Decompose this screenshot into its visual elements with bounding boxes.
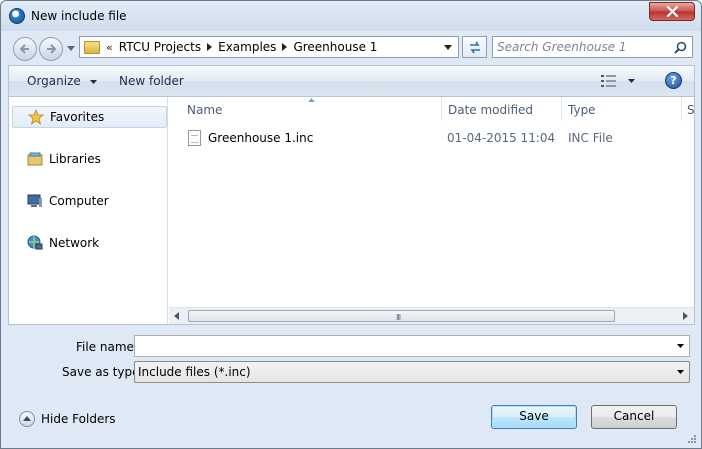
nav-item-libraries[interactable]: Libraries [12,148,167,170]
arrow-right-icon [47,44,57,54]
view-details-icon[interactable] [601,75,617,87]
scrollbar-grip: III [396,313,401,322]
column-header-type[interactable]: Type [568,103,596,117]
document-icon [188,130,201,146]
save-as-type-select[interactable]: Include files (*.inc) [134,361,690,383]
close-button[interactable] [649,2,695,21]
command-bar: Organize New folder ? [8,65,695,96]
library-icon [27,151,43,167]
save-as-type-value: Include files (*.inc) [138,365,251,379]
file-list: Name Date modified Type Si Greenhouse 1.… [169,97,694,307]
column-divider[interactable] [561,97,562,121]
folder-icon [84,40,100,54]
recent-pages-dropdown-icon[interactable] [67,46,75,51]
search-box[interactable] [492,36,693,58]
close-icon [666,6,679,17]
nav-label-network: Network [49,236,100,250]
refresh-icon [470,41,480,54]
file-date-cell: 01-04-2015 11:04 [447,131,556,145]
view-options-dropdown-icon[interactable] [628,79,635,83]
hide-folders-label: Hide Folders [41,412,116,426]
column-divider[interactable] [681,97,682,121]
scrollbar-thumb[interactable]: III [188,310,615,322]
breadcrumb-arrow-icon[interactable] [282,43,288,51]
sort-ascending-icon [308,98,315,102]
refresh-button[interactable] [462,36,487,58]
window-title: New include file [31,9,127,23]
address-bar[interactable]: « RTCU Projects Examples Greenhouse 1 [79,36,459,58]
file-name-combo[interactable] [134,335,690,357]
dialog-window: New include file « RTCU Projects Example… [0,0,702,449]
file-name-label: File name: [76,340,138,354]
scroll-left-icon[interactable] [174,312,179,320]
content-area: Favorites Libraries Computer Network Nam… [8,96,695,325]
breadcrumb-overflow[interactable]: « [106,41,113,54]
chevron-down-icon[interactable] [677,344,684,348]
chevron-up-icon [19,411,35,427]
navigation-pane: Favorites Libraries Computer Network [9,97,168,324]
search-input[interactable] [497,39,667,55]
breadcrumb-greenhouse-1[interactable]: Greenhouse 1 [293,40,377,54]
column-header-date-modified[interactable]: Date modified [448,103,533,117]
new-folder-button[interactable]: New folder [119,74,184,88]
organize-label: Organize [27,74,81,88]
nav-item-favorites[interactable]: Favorites [12,106,167,128]
file-type-cell: INC File [568,131,613,145]
nav-label-libraries: Libraries [49,152,101,166]
file-name-cell: Greenhouse 1.inc [208,131,314,145]
arrow-left-icon [19,44,29,54]
computer-icon [27,193,43,209]
horizontal-scrollbar[interactable]: III [169,307,694,324]
scroll-right-icon[interactable] [683,312,688,320]
column-header-size[interactable]: Si [687,103,694,117]
organize-button[interactable]: Organize [27,74,97,88]
column-divider[interactable] [441,97,442,121]
search-icon[interactable] [674,41,687,54]
breadcrumb-arrow-icon[interactable] [207,43,213,51]
forward-button[interactable] [39,37,63,61]
nav-item-computer[interactable]: Computer [12,190,167,212]
network-icon [27,235,43,251]
nav-label-computer: Computer [49,194,109,208]
star-icon [27,108,45,125]
column-header-name[interactable]: Name [187,103,222,117]
breadcrumb-rtcu-projects[interactable]: RTCU Projects [119,40,201,54]
save-button[interactable]: Save [491,405,577,429]
file-name-input[interactable] [137,338,667,354]
chevron-down-icon [677,370,684,374]
breadcrumb-examples[interactable]: Examples [218,40,276,54]
file-row[interactable]: Greenhouse 1.inc 01-04-2015 11:04 INC Fi… [183,130,683,148]
help-icon[interactable]: ? [665,72,682,89]
cancel-button[interactable]: Cancel [591,405,677,429]
save-as-type-label: Save as type: [62,365,144,379]
hide-folders-button[interactable]: Hide Folders [19,411,116,427]
nav-label-favorites: Favorites [50,110,105,124]
back-button[interactable] [13,37,37,61]
resize-grip-icon[interactable] [687,434,697,444]
nav-item-network[interactable]: Network [12,232,167,254]
title-bar[interactable]: New include file [1,1,701,31]
chevron-down-icon [89,79,97,84]
app-icon [9,8,25,24]
chevron-down-icon[interactable] [444,45,452,50]
